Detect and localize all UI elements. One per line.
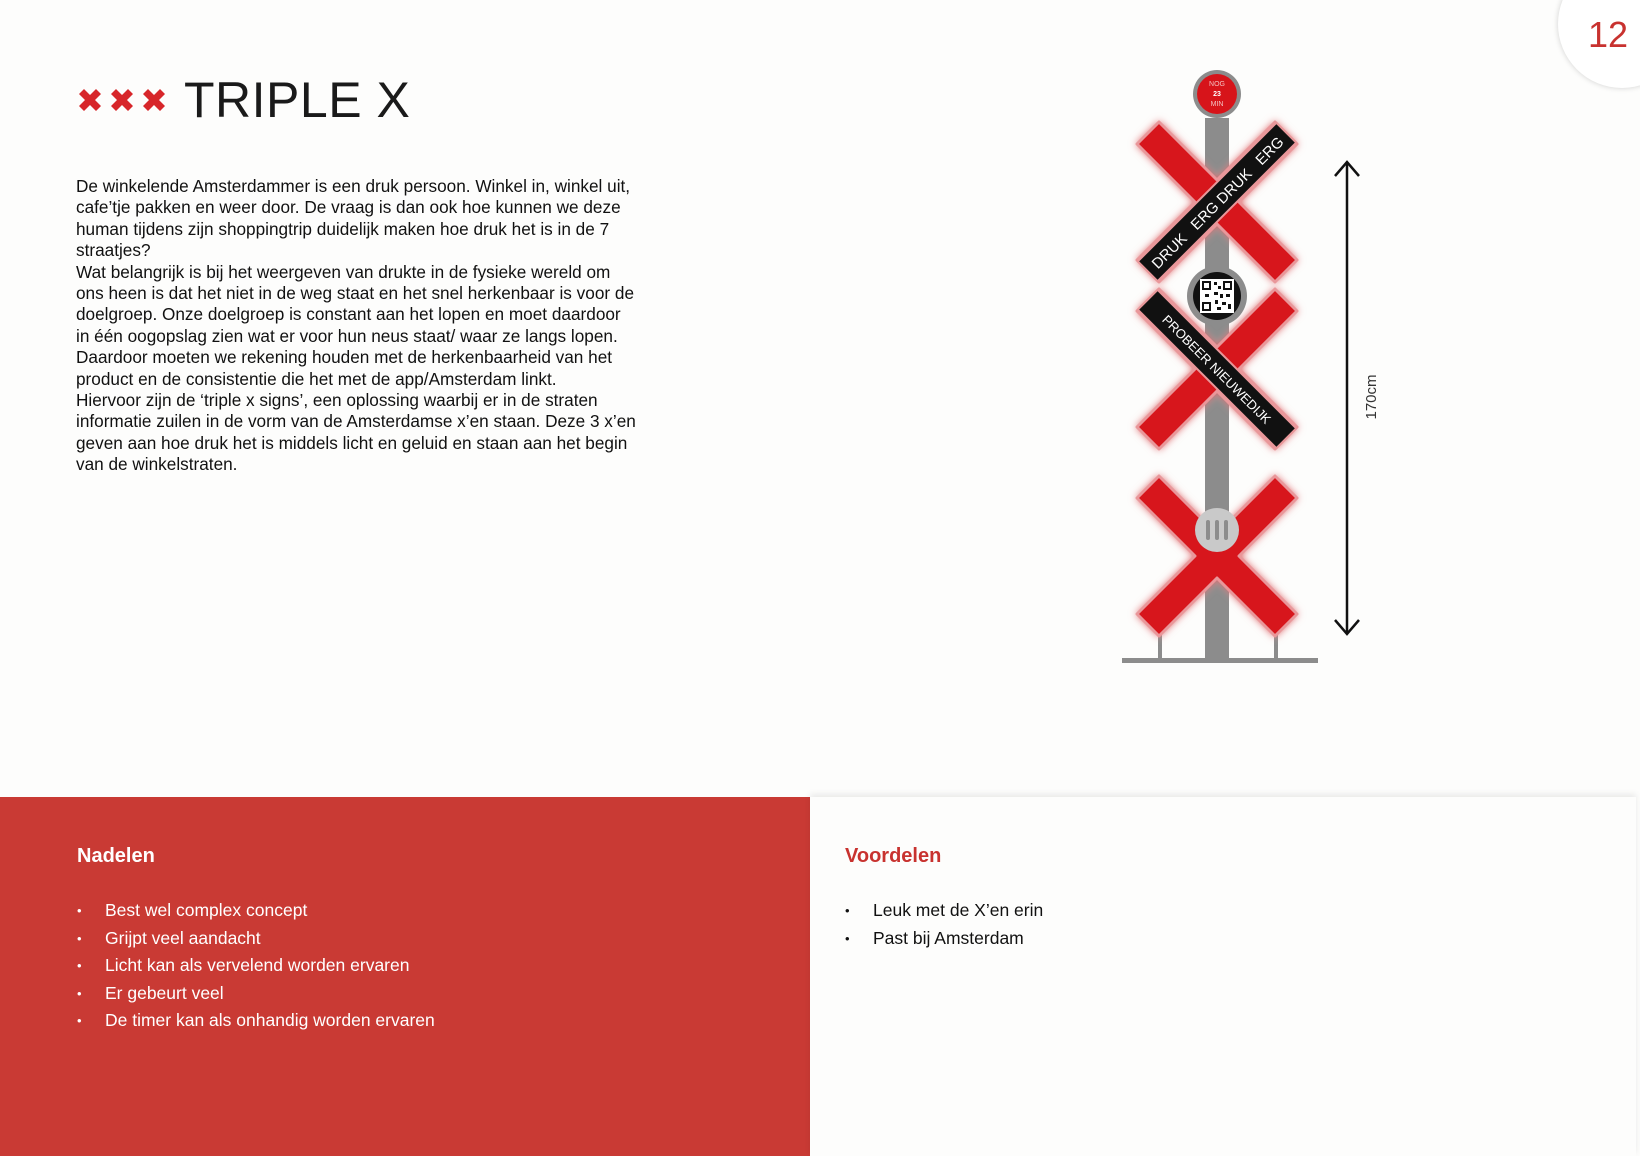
nadelen-list: • Best wel complex concept • Grijpt veel a…: [77, 897, 435, 1035]
list-item: • Er gebeurt veel: [77, 980, 435, 1008]
paragraph-solution: Hiervoor zijn de ‘triple x signs’, een o…: [76, 390, 636, 475]
page-header: TRIPLE X: [76, 70, 410, 130]
voordelen-panel: Voordelen • Leuk met de X’en erin • Past b…: [810, 797, 1636, 1156]
triple-x-sign-illustration: DRUK ERG DRUK ERG PROBEER NIEUWEDIJK NOG…: [1122, 70, 1380, 663]
page-title: TRIPLE X: [184, 72, 411, 128]
svg-text:NOG: NOG: [1209, 81, 1225, 88]
bullet-icon: •: [77, 958, 82, 973]
height-label: 170cm: [1363, 374, 1380, 419]
voordelen-title: Voordelen: [845, 845, 942, 867]
nadelen-title: Nadelen: [77, 845, 155, 867]
list-item: • Licht kan als vervelend worden ervaren: [77, 952, 435, 980]
bullet-icon: •: [77, 930, 82, 946]
bullet-icon: •: [845, 903, 850, 918]
height-dimension-arrow: 170cm: [1334, 160, 1380, 636]
speaker-icon: [1195, 508, 1239, 552]
svg-text:MIN: MIN: [1211, 101, 1224, 108]
list-item: • Past bij Amsterdam: [845, 925, 1043, 953]
list-item: • Leuk met de X’en erin: [845, 897, 1043, 925]
paragraph-problem: De winkelende Amsterdammer is een druk p…: [76, 176, 631, 261]
timer-display: NOG 23 MIN: [1193, 70, 1241, 118]
list-item: • De timer kan als onhandig worden ervare…: [77, 1007, 435, 1035]
pros-cons-section: Nadelen • Best wel complex concept • Grijp…: [0, 797, 1640, 1156]
intro-text: De winkelende Amsterdammer is een druk p…: [76, 176, 636, 476]
bullet-icon: •: [77, 1013, 82, 1028]
amsterdam-xxx-icon: [76, 86, 168, 114]
bullet-icon: •: [77, 903, 82, 918]
page-number: 12: [1588, 14, 1629, 55]
bullet-icon: •: [77, 985, 82, 1001]
bullet-icon: •: [845, 930, 850, 946]
list-item: • Best wel complex concept: [77, 897, 435, 925]
svg-text:23: 23: [1213, 91, 1221, 98]
voordelen-list: • Leuk met de X’en erin • Past bij Amsterd…: [845, 897, 1043, 952]
paragraph-requirements: Wat belangrijk is bij het weergeven van …: [76, 261, 635, 389]
list-item: • Grijpt veel aandacht: [77, 925, 435, 953]
qr-code-icon: [1187, 266, 1247, 326]
nadelen-panel: Nadelen • Best wel complex concept • Grijp…: [0, 797, 810, 1156]
